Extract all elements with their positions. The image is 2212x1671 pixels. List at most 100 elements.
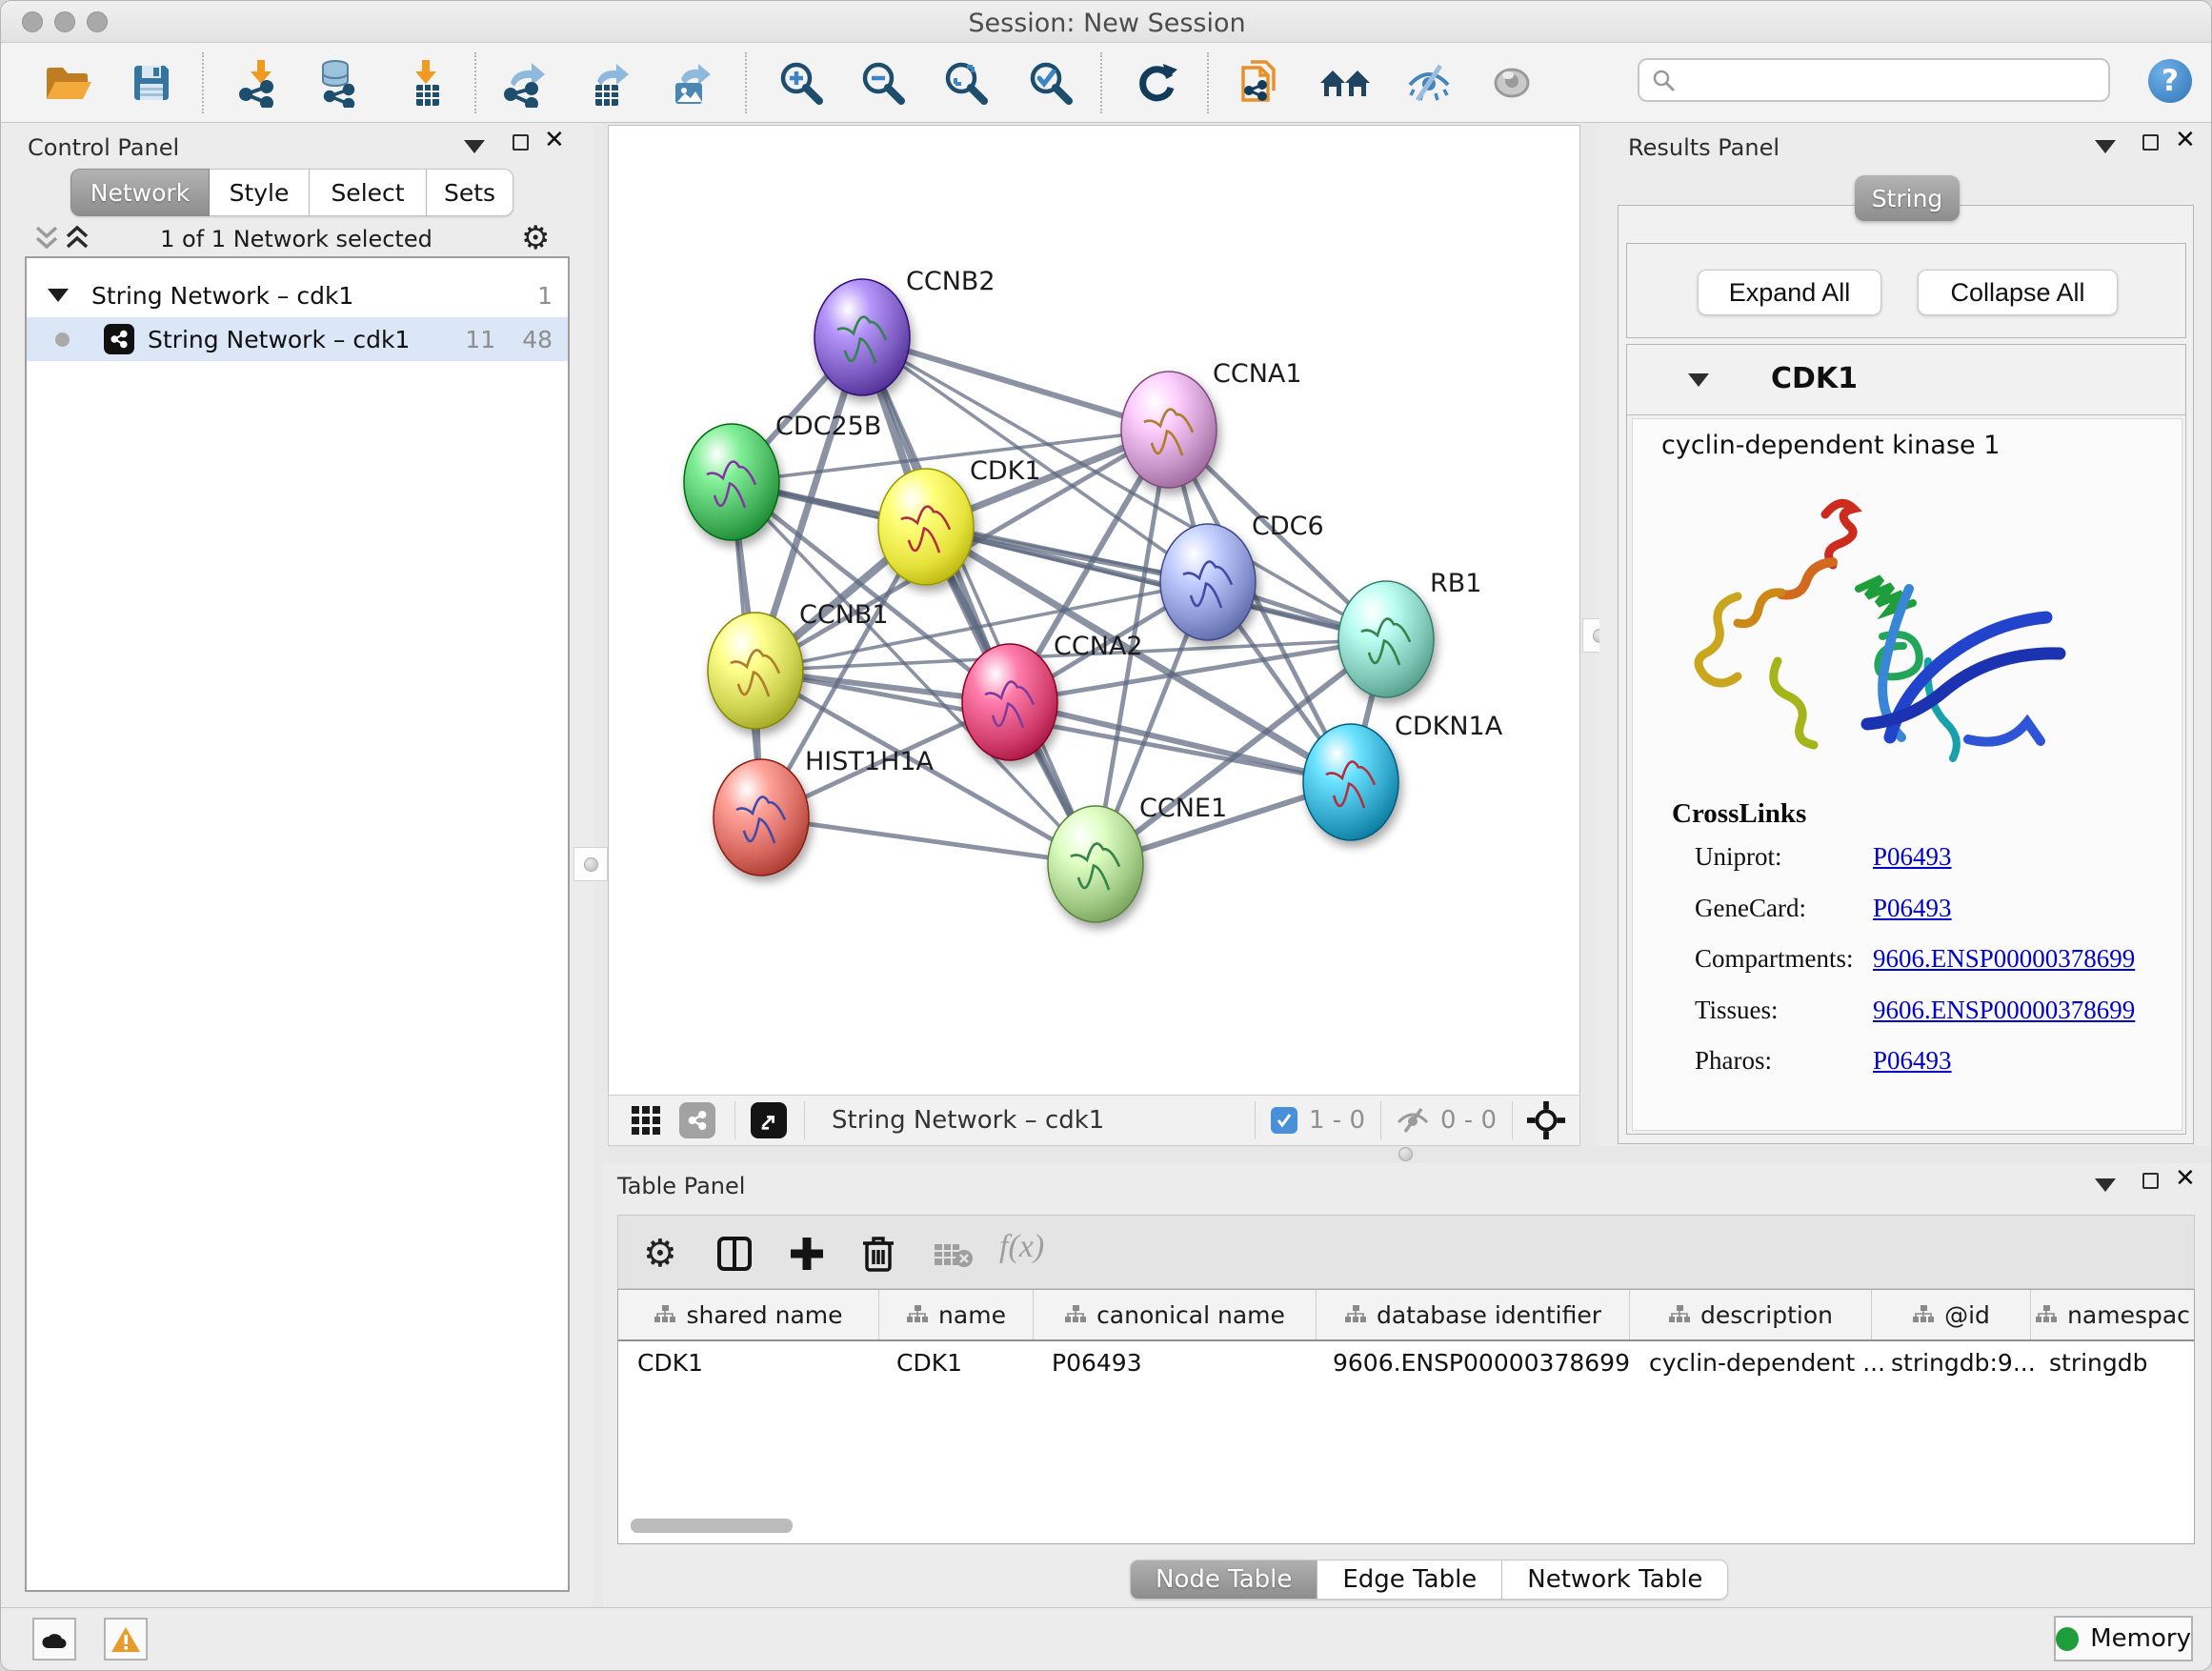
network-collection-row[interactable]: String Network – cdk1 1 — [27, 273, 568, 317]
collapse-panel-icon[interactable] — [2095, 140, 2116, 153]
node-sphere[interactable] — [962, 644, 1057, 760]
export-network-button[interactable] — [497, 56, 551, 110]
node-sphere[interactable] — [1048, 806, 1143, 922]
float-panel-icon[interactable] — [513, 134, 529, 151]
tab-node-table[interactable]: Node Table — [1130, 1560, 1317, 1600]
home-networks-button[interactable] — [1318, 56, 1372, 110]
memory-button[interactable]: Memory — [2054, 1616, 2193, 1661]
network-node-rb1[interactable]: RB1 — [1338, 569, 1481, 697]
column-header[interactable]: shared name — [618, 1290, 879, 1339]
birds-eye-view-icon[interactable] — [1526, 1100, 1566, 1140]
node-label: CDK1 — [970, 456, 1041, 486]
network-edge[interactable] — [862, 337, 1096, 864]
node-sphere[interactable] — [1121, 372, 1217, 488]
table-horizontal-scrollbar[interactable] — [631, 1519, 793, 1533]
crosslink-link[interactable]: P06493 — [1873, 1046, 1952, 1076]
collapse-all-networks-icon[interactable] — [64, 224, 90, 252]
expand-all-button[interactable]: Expand All — [1698, 270, 1881, 315]
gene-section-header[interactable]: CDK1 — [1627, 345, 2185, 415]
cell-shared-name: CDK1 — [637, 1349, 703, 1377]
export-table-button[interactable] — [582, 56, 635, 110]
network-node-hist1h1a[interactable]: HIST1H1A — [714, 747, 935, 876]
node-sphere[interactable] — [714, 759, 809, 876]
expand-all-networks-icon[interactable] — [33, 224, 60, 252]
warnings-button[interactable] — [104, 1618, 148, 1661]
table-options-gear-icon[interactable]: ⚙ — [643, 1235, 677, 1273]
delete-column-trash-icon[interactable] — [856, 1231, 900, 1275]
detach-view-icon[interactable] — [751, 1102, 787, 1138]
network-from-file-button[interactable] — [1234, 56, 1287, 110]
collapse-panel-icon[interactable] — [2095, 1178, 2116, 1192]
left-splitter-handle[interactable] — [573, 847, 608, 881]
show-columns-icon[interactable] — [714, 1233, 755, 1275]
tab-select[interactable]: Select — [310, 169, 427, 216]
refresh-layout-button[interactable] — [1130, 56, 1183, 110]
node-sphere[interactable] — [708, 613, 803, 729]
network-edge[interactable] — [761, 817, 1096, 864]
add-column-icon[interactable] — [786, 1233, 828, 1275]
hidden-counts: 0 - 0 — [1440, 1106, 1497, 1135]
tab-string[interactable]: String — [1855, 175, 1960, 221]
collection-expander-icon[interactable] — [48, 289, 69, 302]
float-panel-icon[interactable] — [2142, 134, 2159, 151]
node-sphere[interactable] — [878, 469, 974, 585]
crosslink-link[interactable]: P06493 — [1873, 842, 1952, 872]
crosslink-link[interactable]: 9606.ENSP00000378699 — [1873, 996, 2135, 1025]
zoom-out-button[interactable] — [856, 56, 910, 110]
network-view-share-icon[interactable] — [679, 1102, 715, 1138]
column-header[interactable]: name — [879, 1290, 1034, 1339]
crosslink-link[interactable]: P06493 — [1873, 894, 1952, 923]
tab-network[interactable]: Network — [70, 169, 210, 216]
open-session-button[interactable] — [41, 56, 94, 110]
crosslink-link[interactable]: 9606.ENSP00000378699 — [1873, 944, 2135, 974]
network-node-ccne1[interactable]: CCNE1 — [1048, 794, 1227, 922]
network-node-ccnb2[interactable]: CCNB2 — [814, 267, 995, 395]
grid-view-icon[interactable] — [630, 1104, 662, 1137]
collapse-all-button[interactable]: Collapse All — [1918, 270, 2118, 315]
network-canvas[interactable]: CCNB2CCNA1CDC25BCDK1CDC6RB1CCNB1CCNA2CDK… — [608, 125, 1580, 1095]
node-sphere[interactable] — [684, 424, 779, 540]
network-row-selected[interactable]: String Network – cdk1 11 48 — [27, 317, 568, 361]
hide-selected-button[interactable] — [1402, 56, 1456, 110]
node-sphere[interactable] — [1338, 581, 1434, 697]
tab-network-table[interactable]: Network Table — [1502, 1560, 1728, 1600]
horizontal-splitter[interactable] — [608, 1146, 2212, 1163]
show-all-button[interactable] — [1485, 56, 1538, 110]
network-options-gear-icon[interactable]: ⚙ — [521, 222, 550, 254]
tab-edge-table[interactable]: Edge Table — [1317, 1560, 1502, 1600]
import-table-from-file-button[interactable] — [399, 56, 452, 110]
application-window: Session: New Session — [0, 0, 2212, 1671]
network-node-cdkn1a[interactable]: CDKN1A — [1303, 712, 1503, 840]
tab-style[interactable]: Style — [210, 169, 310, 216]
string-network-icon — [104, 324, 134, 354]
node-sphere[interactable] — [814, 279, 910, 395]
column-header[interactable]: @id — [1872, 1290, 2031, 1339]
import-network-from-file-button[interactable] — [232, 56, 286, 110]
close-panel-icon[interactable]: ✕ — [2175, 131, 2196, 150]
float-panel-icon[interactable] — [2142, 1173, 2159, 1189]
collapse-panel-icon[interactable] — [464, 140, 485, 153]
search-input[interactable] — [1685, 66, 2097, 94]
import-network-from-database-button[interactable] — [312, 56, 366, 110]
column-header[interactable]: canonical name — [1034, 1290, 1317, 1339]
help-button[interactable]: ? — [2148, 59, 2192, 103]
column-type-icon — [654, 1304, 676, 1325]
column-header[interactable]: database identifier — [1317, 1290, 1630, 1339]
tab-sets[interactable]: Sets — [427, 169, 513, 216]
cloud-status-button[interactable] — [32, 1618, 76, 1661]
node-sphere[interactable] — [1160, 524, 1256, 640]
close-panel-icon[interactable]: ✕ — [2175, 1169, 2196, 1188]
zoom-fit-button[interactable] — [939, 56, 993, 110]
selected-checkbox-icon[interactable] — [1271, 1107, 1297, 1134]
close-panel-icon[interactable]: ✕ — [544, 131, 565, 150]
save-session-button[interactable] — [125, 56, 178, 110]
gene-expander-icon[interactable] — [1688, 373, 1709, 387]
column-header[interactable]: namespac — [2031, 1290, 2194, 1339]
network-view-title: String Network – cdk1 — [832, 1106, 1104, 1135]
export-image-button[interactable] — [664, 56, 717, 110]
column-header[interactable]: description — [1630, 1290, 1872, 1339]
zoom-in-button[interactable] — [774, 56, 828, 110]
node-sphere[interactable] — [1303, 724, 1398, 840]
search-field[interactable] — [1638, 58, 2110, 102]
zoom-selected-button[interactable] — [1024, 56, 1077, 110]
